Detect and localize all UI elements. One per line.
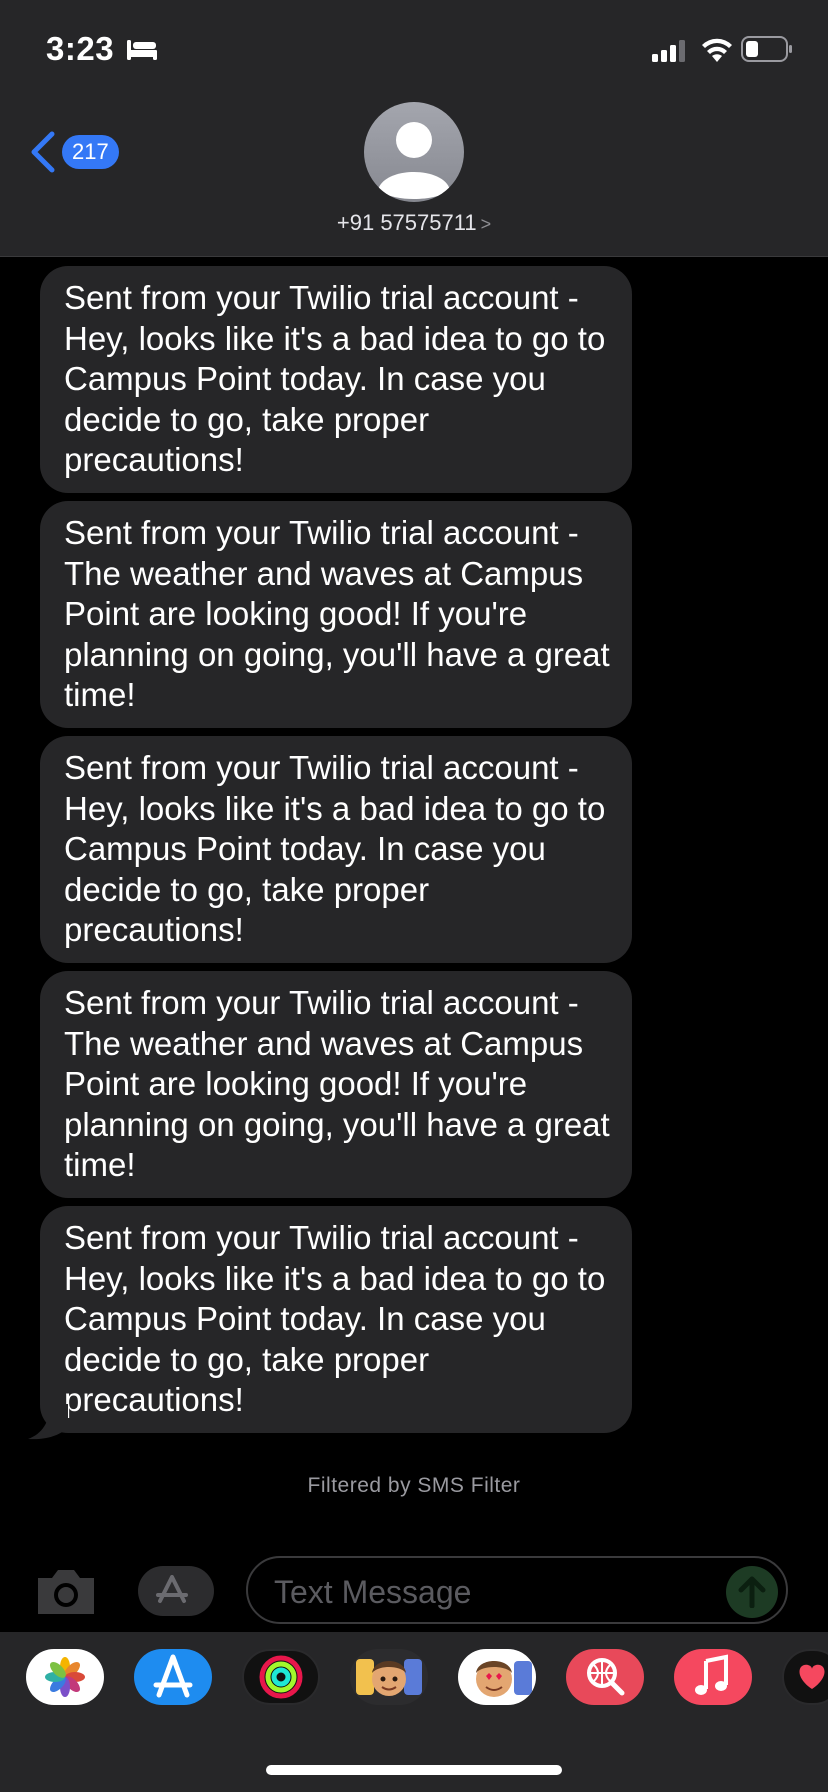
contact-details-link[interactable]: +91 57575711 > [0, 210, 828, 236]
send-button[interactable] [726, 1566, 778, 1618]
bed-icon [127, 40, 157, 60]
status-bar: 3:23 [0, 0, 828, 100]
message-bubble[interactable]: Sent from your Twilio trial account - Th… [40, 971, 632, 1198]
image-search-icon[interactable] [566, 1649, 644, 1705]
conversation-header: 3:23 217 +91 57575711 > [0, 0, 828, 257]
camera-icon[interactable] [34, 1566, 98, 1618]
unread-count-badge: 217 [62, 135, 119, 169]
digital-touch-icon[interactable] [782, 1649, 828, 1705]
message-bubble[interactable]: Sent from your Twilio trial account - He… [40, 1206, 632, 1433]
app-store-button[interactable] [138, 1566, 214, 1616]
status-time: 3:23 [46, 30, 115, 67]
chevron-right-icon: > [480, 214, 492, 234]
activity-icon[interactable] [242, 1649, 320, 1705]
battery-icon [741, 36, 792, 62]
message-input-field[interactable] [272, 1568, 706, 1616]
signal-icon [652, 40, 685, 62]
music-icon[interactable] [674, 1649, 752, 1705]
back-button[interactable]: 217 [28, 128, 119, 176]
message-input[interactable] [246, 1556, 788, 1624]
chevron-left-icon [31, 131, 55, 173]
filter-note: Filtered by SMS Filter [307, 1474, 521, 1497]
bubble-tail [28, 1404, 68, 1440]
app-store-icon[interactable] [134, 1649, 212, 1705]
app-drawer [0, 1632, 828, 1792]
messages-screen: Sent from your Twilio trial account - He… [0, 0, 828, 1792]
contact-avatar[interactable] [364, 102, 464, 202]
message-bubble[interactable]: Sent from your Twilio trial account - He… [40, 736, 632, 963]
home-indicator[interactable] [266, 1765, 562, 1775]
person-icon [378, 122, 450, 199]
wifi-icon [702, 38, 732, 62]
app-store-icon [156, 1575, 188, 1603]
message-bubble[interactable]: Sent from your Twilio trial account - Th… [40, 501, 632, 728]
arrow-up-icon [738, 1576, 766, 1608]
memoji-icon[interactable] [350, 1649, 428, 1705]
animoji-icon[interactable] [458, 1649, 536, 1705]
photos-icon[interactable] [26, 1649, 104, 1705]
message-bubble[interactable]: Sent from your Twilio trial account - He… [40, 266, 632, 493]
contact-name: +91 57575711 [336, 210, 477, 235]
